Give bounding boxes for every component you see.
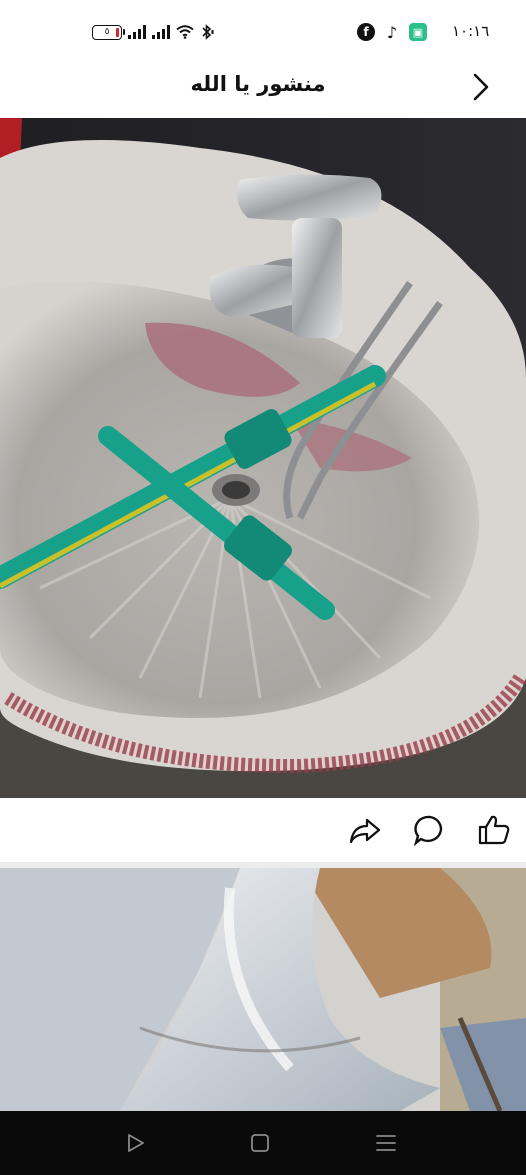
header: منشور يا الله [0,62,526,118]
toilet-photo[interactable] [0,868,526,1111]
battery-icon: ٥ [92,24,125,40]
sink-illustration [0,118,526,798]
green-app-icon: ▣ [409,23,427,41]
battery-level: ٥ [104,27,110,37]
facebook-icon: f [357,23,375,41]
share-icon[interactable] [347,812,383,848]
play-icon[interactable] [123,1131,147,1155]
sink-with-pipes-photo[interactable] [0,118,526,798]
bluetooth-icon [202,24,214,40]
chevron-right-icon[interactable] [466,70,496,104]
page-title: منشور يا الله [190,72,326,96]
system-nav-bar [0,1111,526,1175]
tiktok-icon: ♪ [386,22,398,42]
comment-icon[interactable] [412,812,448,848]
status-bar: ٥ f ♪ ▣ ١٠:١٦ [0,0,526,62]
system-icons: ٥ [92,24,214,40]
notification-icons: f ♪ ▣ [357,22,427,42]
toilet-illustration [0,868,526,1111]
post-actions [0,798,526,862]
wifi-icon [176,25,194,39]
status-time: ١٠:١٦ [452,22,490,40]
square-icon[interactable] [248,1131,272,1155]
menu-icon[interactable] [374,1131,398,1155]
signal-icon [128,25,146,39]
signal-icon [152,25,170,39]
like-icon[interactable] [476,812,512,848]
